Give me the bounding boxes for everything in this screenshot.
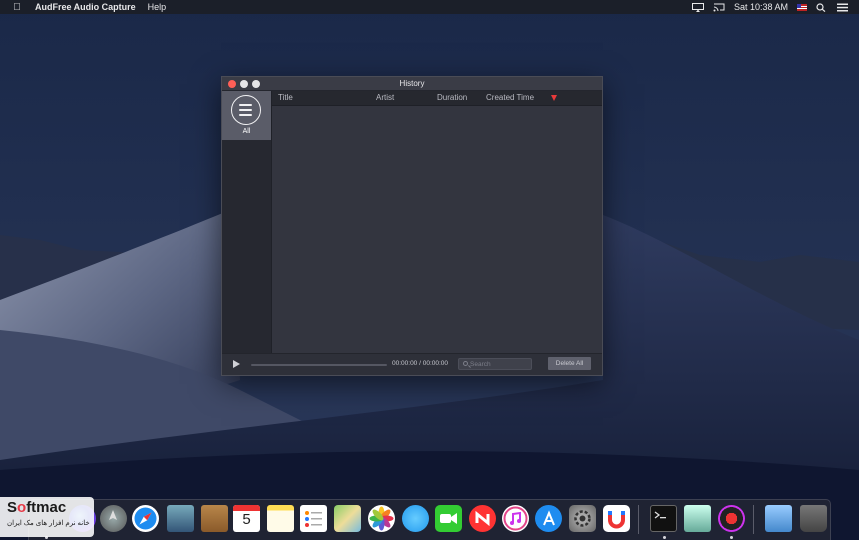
list-circle-icon: [231, 95, 261, 125]
dock-reminders[interactable]: [300, 505, 327, 532]
search-field-icon: [463, 361, 468, 366]
watermark-subtitle: خانه نرم افزار های مک ایران: [7, 520, 90, 527]
column-header-created-time[interactable]: Created Time: [486, 93, 534, 102]
dock-launchpad[interactable]: [100, 505, 127, 532]
play-icon[interactable]: [233, 360, 240, 368]
dock-news[interactable]: [469, 505, 496, 532]
dock-separator: [753, 505, 754, 534]
dock-photos[interactable]: [368, 505, 395, 532]
dock-safari[interactable]: [132, 505, 159, 532]
watermark-logo: Softmac خانه نرم افزار های مک ایران: [0, 497, 94, 537]
dock-running-indicator: [730, 536, 733, 539]
dock-maps[interactable]: [334, 505, 361, 532]
column-header-artist[interactable]: Artist: [376, 93, 394, 102]
column-header-duration[interactable]: Duration: [437, 93, 467, 102]
history-table-body[interactable]: [272, 106, 602, 353]
flag-us-icon[interactable]: [797, 3, 807, 11]
calendar-day: 5: [242, 511, 251, 528]
history-window: History All Title Artist Duration Create…: [221, 76, 603, 376]
sidebar-item-all[interactable]: All: [222, 91, 271, 140]
dock-running-indicator: [663, 536, 666, 539]
search-icon[interactable]: [816, 2, 828, 12]
search-input[interactable]: [470, 359, 530, 369]
dock-audfree-audio-capture[interactable]: [718, 505, 745, 532]
delete-all-button[interactable]: Delete All: [548, 357, 591, 370]
dock-app-store[interactable]: [535, 505, 562, 532]
search-field[interactable]: [458, 358, 532, 370]
menu-bar:  AudFree Audio Capture Help Sat 10:38 A…: [0, 0, 859, 14]
dock-calendar[interactable]: 5: [233, 505, 260, 532]
table-header: Title Artist Duration Created Time: [272, 91, 602, 106]
dock-preview[interactable]: [684, 505, 711, 532]
dock-trash[interactable]: [800, 505, 827, 532]
sort-down-icon[interactable]: [551, 95, 557, 101]
dock: 5: [28, 499, 831, 540]
cast-icon[interactable]: [713, 3, 725, 12]
dock-itunes[interactable]: [502, 505, 529, 532]
apple-icon[interactable]: : [12, 2, 22, 13]
dock-magnet[interactable]: [603, 505, 630, 532]
dock-separator: [638, 505, 639, 534]
watermark-title: Softmac: [7, 499, 67, 516]
window-title: History: [399, 79, 425, 88]
dock-mail[interactable]: [167, 505, 194, 532]
window-titlebar[interactable]: History: [222, 77, 602, 91]
sidebar: All: [222, 91, 272, 353]
column-header-title[interactable]: Title: [278, 93, 293, 102]
airplay-icon[interactable]: [691, 2, 704, 12]
list-icon[interactable]: [837, 3, 849, 12]
menu-app-name[interactable]: AudFree Audio Capture: [35, 2, 136, 12]
dock-messages[interactable]: [402, 505, 429, 532]
menu-help[interactable]: Help: [148, 2, 167, 12]
playback-progress-slider[interactable]: [251, 364, 387, 366]
sidebar-item-label: All: [242, 128, 251, 135]
dock-contacts[interactable]: [201, 505, 228, 532]
clock-display[interactable]: Sat 10:38 AM: [734, 2, 788, 12]
player-bar: 00:00:00 / 00:00:00 Delete All: [222, 353, 602, 375]
time-display: 00:00:00 / 00:00:00: [392, 360, 449, 367]
menu-bar-status-area: Sat 10:38 AM: [691, 0, 849, 14]
dock-facetime[interactable]: [435, 505, 462, 532]
dock-downloads-folder[interactable]: [765, 505, 792, 532]
dock-terminal[interactable]: [650, 505, 677, 532]
dock-notes[interactable]: [267, 505, 294, 532]
dock-system-preferences[interactable]: [569, 505, 596, 532]
